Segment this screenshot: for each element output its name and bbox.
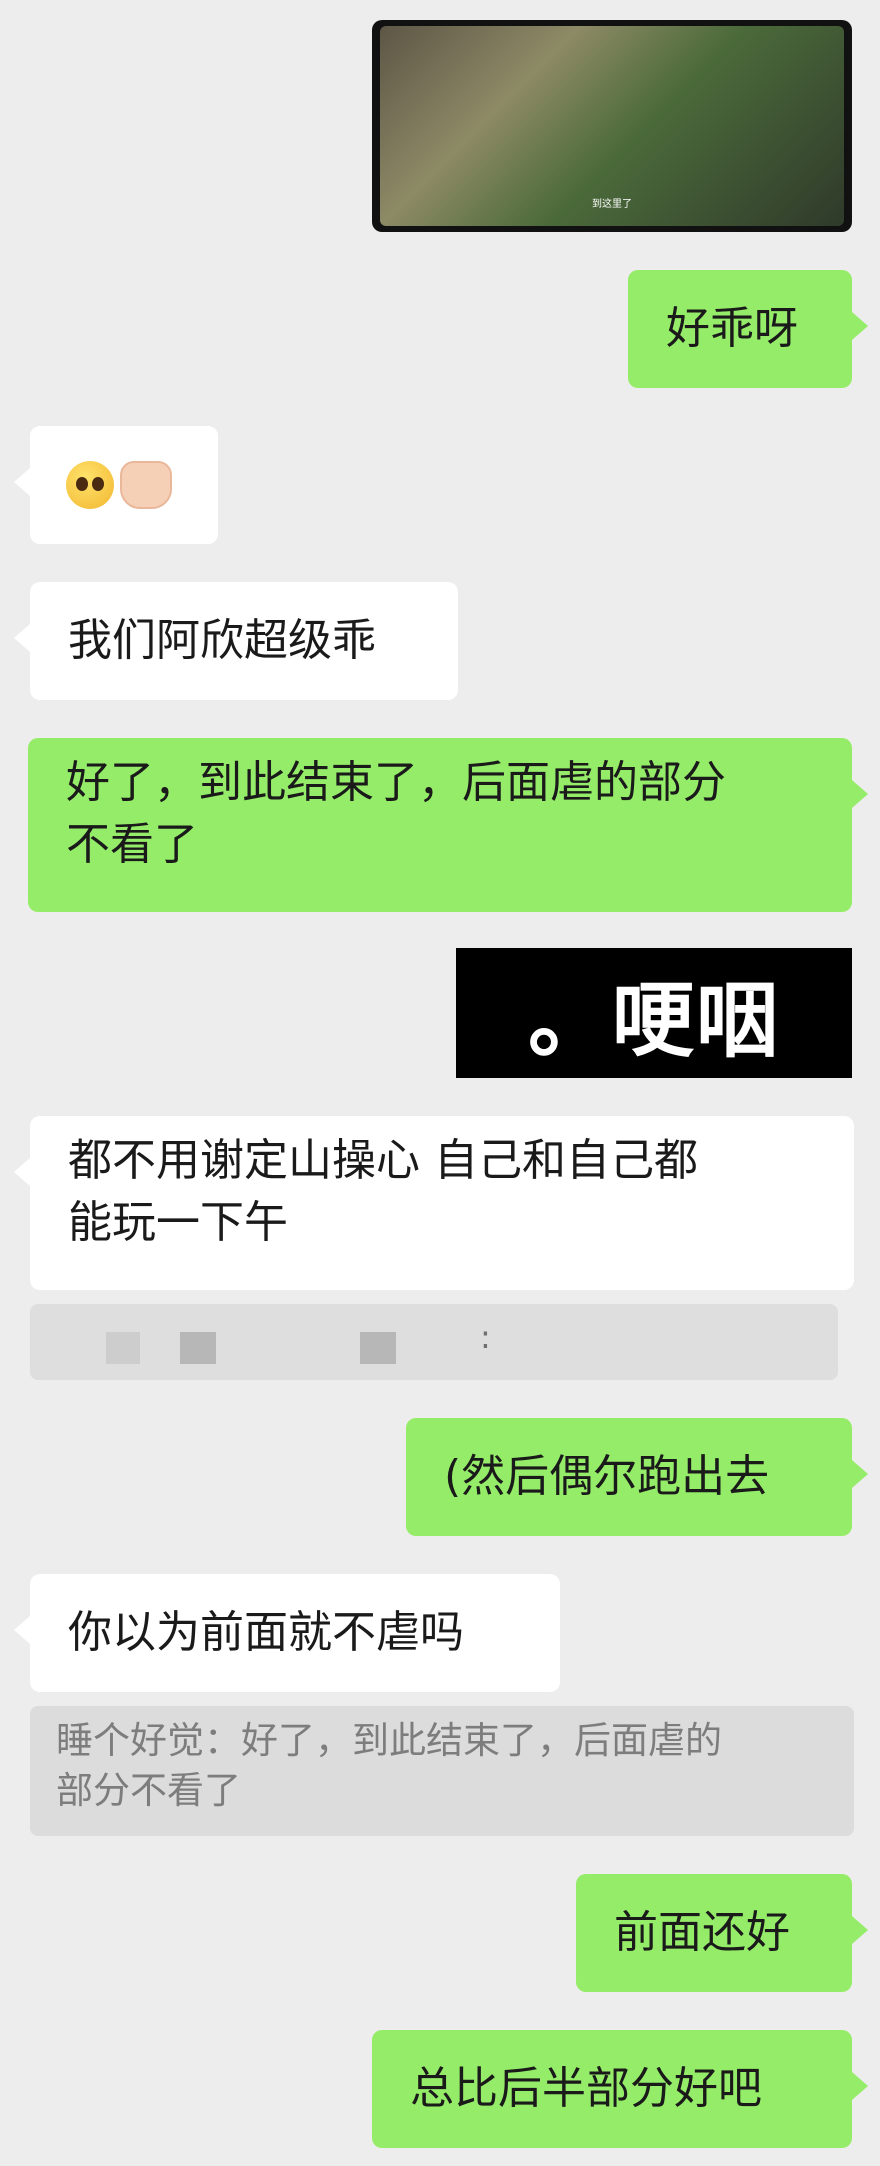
video-subtitle: 到这里了 <box>592 199 632 210</box>
quote-separator: : <box>480 1318 491 1356</box>
sticker-image[interactable]: 。哽咽 <box>456 948 852 1078</box>
message-text-line: 不看了 <box>66 819 198 870</box>
smiling-face-with-tears-icon <box>66 461 114 509</box>
sticker-text: 。哽咽 <box>527 973 780 1069</box>
outgoing-message[interactable]: 总比后半部分好吧 <box>372 2030 868 2148</box>
palms-up-together-icon <box>120 461 172 509</box>
blur-block <box>180 1332 216 1364</box>
quoted-message[interactable]: 睡个好觉：好了，到此结束了，后面虐的 部分不看了 <box>30 1706 854 1836</box>
quote-text-line: 部分不看了 <box>56 1769 241 1812</box>
incoming-message[interactable]: 我们阿欣超级乖 <box>14 582 458 700</box>
incoming-message[interactable]: 都不用谢定山操心 自己和自己都 能玩一下午 <box>14 1116 854 1290</box>
message-text-line: 都不用谢定山操心 自己和自己都 <box>68 1135 698 1186</box>
video-message-thumbnail[interactable]: 到这里了 <box>372 20 852 232</box>
blurred-quote[interactable]: : <box>30 1304 838 1380</box>
emoji-group <box>66 461 172 509</box>
message-text: 前面还好 <box>614 1907 790 1958</box>
message-text-line: 能玩一下午 <box>68 1197 288 1248</box>
outgoing-message[interactable]: (然后偶尔跑出去 <box>406 1418 868 1536</box>
message-text: (然后偶尔跑出去 <box>444 1451 770 1502</box>
incoming-message[interactable]: 你以为前面就不虐吗 <box>14 1574 560 1692</box>
message-text: 总比后半部分好吧 <box>410 2063 762 2114</box>
blur-block <box>106 1332 140 1364</box>
incoming-message[interactable] <box>14 426 218 544</box>
outgoing-message[interactable]: 好乖呀 <box>628 270 868 388</box>
message-text: 我们阿欣超级乖 <box>68 615 376 666</box>
blur-block <box>360 1332 396 1364</box>
quote-text-line: 睡个好觉：好了，到此结束了，后面虐的 <box>56 1719 722 1762</box>
message-text-line: 好了，到此结束了，后面虐的部分 <box>66 757 726 808</box>
message-text: 你以为前面就不虐吗 <box>68 1607 464 1658</box>
outgoing-message[interactable]: 前面还好 <box>576 1874 868 1992</box>
outgoing-message[interactable]: 好了，到此结束了，后面虐的部分 不看了 <box>28 738 868 912</box>
message-text: 好乖呀 <box>666 303 798 354</box>
